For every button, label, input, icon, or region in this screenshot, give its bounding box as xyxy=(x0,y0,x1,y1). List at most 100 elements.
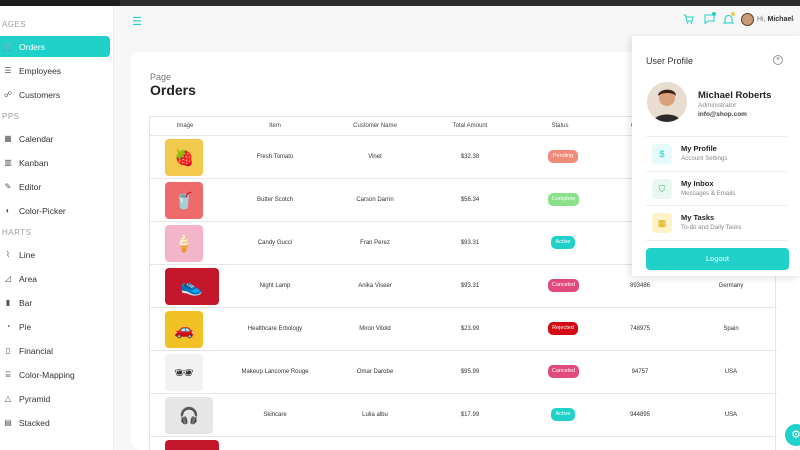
notification-bell-icon[interactable] xyxy=(722,14,735,28)
menu-item-my-tasks[interactable]: ▦ My Tasks To-do and Daily Tasks xyxy=(646,209,791,243)
menu-item-title: My Tasks xyxy=(681,213,715,222)
sidebar-item-label: Kanban xyxy=(19,157,49,168)
avatar[interactable] xyxy=(741,13,754,26)
product-image: 🚗 xyxy=(165,311,203,348)
menu-item-subtitle: Account Settings xyxy=(681,155,728,162)
order-id: 893486 xyxy=(629,283,651,289)
total-amount: $56.34 xyxy=(460,197,480,203)
table-row[interactable]: 🚗 Healthcare Erbology Miron Vitold $23.9… xyxy=(150,308,777,351)
sidebar-item-line[interactable]: ⌇ Line xyxy=(0,244,110,265)
sidebar-item-label: Line xyxy=(19,249,36,260)
sidebar-item-color-picker[interactable]: ◐ Color-Picker xyxy=(0,200,110,221)
top-navbar: ☰ Hi, Michael ⌄ xyxy=(114,6,800,36)
panel-title: User Profile xyxy=(646,56,694,66)
color-picker-icon: ◐ xyxy=(5,206,11,215)
product-glyph: 🎧 xyxy=(179,407,199,425)
table-row[interactable] xyxy=(150,437,777,450)
order-id: 748975 xyxy=(629,326,651,332)
chevron-down-icon[interactable]: ⌄ xyxy=(790,15,796,23)
sidebar-item-bar[interactable]: ▮ Bar xyxy=(0,292,110,313)
cart-icon[interactable] xyxy=(683,14,694,27)
section-charts: HARTS xyxy=(2,228,32,237)
close-icon[interactable]: × xyxy=(773,55,783,65)
total-amount: $93.31 xyxy=(460,240,480,246)
total-amount: $93.31 xyxy=(460,283,480,289)
sidebar-item-editor[interactable]: ✎ Editor xyxy=(0,176,110,197)
sidebar-item-color-mapping[interactable]: ⌸ Color-Mapping xyxy=(0,364,110,385)
product-image xyxy=(165,440,219,450)
sidebar-item-label: Financial xyxy=(19,345,54,356)
location: Spain xyxy=(723,326,739,332)
product-glyph: 🍦 xyxy=(174,235,194,253)
sidebar-item-label: Color-Picker xyxy=(19,205,66,216)
profile-name: Michael Roberts xyxy=(698,90,772,101)
product-image: 🥤 xyxy=(165,182,203,219)
user-greeting[interactable]: Hi, Michael xyxy=(757,16,793,23)
sidebar-item-calendar[interactable]: ▦ Calendar xyxy=(0,128,110,149)
customer-name: Vinet xyxy=(368,154,382,160)
column-header-item[interactable]: Item xyxy=(255,123,295,129)
status-badge: Active xyxy=(551,408,575,421)
sidebar-item-customers[interactable]: ☍ Customers xyxy=(0,84,110,105)
cart-icon: 🛒 xyxy=(3,42,13,51)
sidebar-item-area[interactable]: ◿ Area xyxy=(0,268,110,289)
table-row[interactable]: 🎧 Skincare Lulia albu $17.99 Active 9448… xyxy=(150,394,777,437)
sidebar-item-financial[interactable]: ▯ Financial xyxy=(0,340,110,361)
column-header-status[interactable]: Status xyxy=(535,123,585,129)
sidebar-item-stacked[interactable]: ▤ Stacked xyxy=(0,412,110,433)
kanban-icon: ▥ xyxy=(4,158,12,167)
bell-notification-dot xyxy=(731,12,735,16)
page-title: Orders xyxy=(150,82,196,98)
item-name: Skincare xyxy=(263,412,287,418)
product-glyph: 🚗 xyxy=(174,321,194,339)
status-badge: Canceled xyxy=(548,279,579,292)
financial-icon: ▯ xyxy=(5,346,11,355)
status-badge: Active xyxy=(551,236,575,249)
profile-email: info@shop.com xyxy=(698,111,747,118)
column-header-image[interactable]: Image xyxy=(170,123,200,129)
sidebar-item-orders[interactable]: 🛒 Orders xyxy=(0,36,110,57)
divider xyxy=(646,240,787,241)
greeting-text: Hi, xyxy=(757,16,766,23)
logout-button[interactable]: Logout xyxy=(646,248,789,270)
sidebar-item-label: Orders xyxy=(19,41,45,52)
pie-chart-icon: ◔ xyxy=(5,322,11,331)
pyramid-icon: △ xyxy=(4,394,12,403)
section-apps: PPS xyxy=(2,112,20,121)
menu-toggle-icon[interactable]: ☰ xyxy=(132,15,142,28)
product-glyph: 🕶 xyxy=(173,364,195,382)
dollar-icon: $ xyxy=(652,144,672,164)
location: USA xyxy=(724,369,738,375)
sidebar-item-label: Bar xyxy=(19,297,33,308)
tasks-icon: ▦ xyxy=(652,213,672,233)
product-glyph: 🍓 xyxy=(174,149,194,167)
order-id: 94757 xyxy=(631,369,649,375)
column-header-customer[interactable]: Customer Name xyxy=(340,123,410,129)
total-amount: $32.38 xyxy=(460,154,480,160)
product-image: 🍦 xyxy=(165,225,203,262)
sidebar-item-label: Employees xyxy=(19,65,62,76)
breadcrumb: Page xyxy=(150,72,172,82)
table-row[interactable]: 🕶 Makeup Lancome Rouge Omar Darobe $95.9… xyxy=(150,351,777,394)
menu-item-my-inbox[interactable]: ⛉ My Inbox Messages & Emails xyxy=(646,175,791,209)
customer-name: Omar Darobe xyxy=(356,369,394,375)
sidebar-item-pyramid[interactable]: △ Pyramid xyxy=(0,388,110,409)
status-badge: Rejected xyxy=(548,322,578,335)
sidebar-item-label: Pie xyxy=(19,321,32,332)
shield-icon: ⛉ xyxy=(652,179,672,199)
divider xyxy=(646,136,787,137)
calendar-icon: ▦ xyxy=(4,134,12,143)
product-image: 🍓 xyxy=(165,139,203,176)
sidebar-item-employees[interactable]: ☰ Employees xyxy=(0,60,110,81)
column-header-amount[interactable]: Total Amount xyxy=(440,123,500,129)
divider xyxy=(646,171,787,172)
menu-item-my-profile[interactable]: $ My Profile Account Settings xyxy=(646,140,791,174)
status-badge: Canceled xyxy=(548,365,579,378)
sidebar-item-kanban[interactable]: ▥ Kanban xyxy=(0,152,110,173)
sidebar-item-label: Area xyxy=(19,273,37,284)
area-chart-icon: ◿ xyxy=(4,274,12,283)
item-name: Butter Scotch xyxy=(256,197,294,203)
settings-gear-icon[interactable]: ⚙ xyxy=(785,424,800,446)
item-name: Candy Gucci xyxy=(257,240,293,246)
sidebar-item-pie[interactable]: ◔ Pie xyxy=(0,316,110,337)
